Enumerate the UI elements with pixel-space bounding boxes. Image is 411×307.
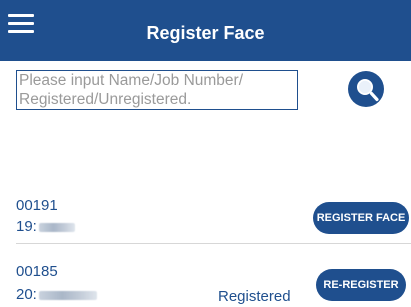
page-title: Register Face xyxy=(146,23,265,43)
job-number: 00191 xyxy=(16,197,58,214)
employee-name: 20: xyxy=(16,286,97,303)
name-prefix: 20: xyxy=(16,286,37,303)
divider xyxy=(16,243,411,244)
search-icon xyxy=(355,77,379,102)
app-header: Register Face xyxy=(0,0,411,61)
search-field[interactable] xyxy=(16,70,298,110)
search-button[interactable] xyxy=(348,71,384,107)
employee-name: 19: xyxy=(16,218,75,235)
redacted-name xyxy=(38,290,97,300)
re-register-button[interactable]: RE-REGISTER xyxy=(316,269,406,301)
register-face-button[interactable]: REGISTER FACE xyxy=(313,202,409,234)
list-item[interactable]: 00185 20: Registered RE-REGISTER xyxy=(0,246,411,307)
redacted-name xyxy=(38,222,75,232)
job-number: 00185 xyxy=(16,263,58,280)
registration-status: Registered xyxy=(218,288,291,305)
search-input[interactable] xyxy=(17,71,297,109)
name-prefix: 19: xyxy=(16,218,37,235)
list-item[interactable]: 00191 19: REGISTER FACE xyxy=(0,190,411,242)
